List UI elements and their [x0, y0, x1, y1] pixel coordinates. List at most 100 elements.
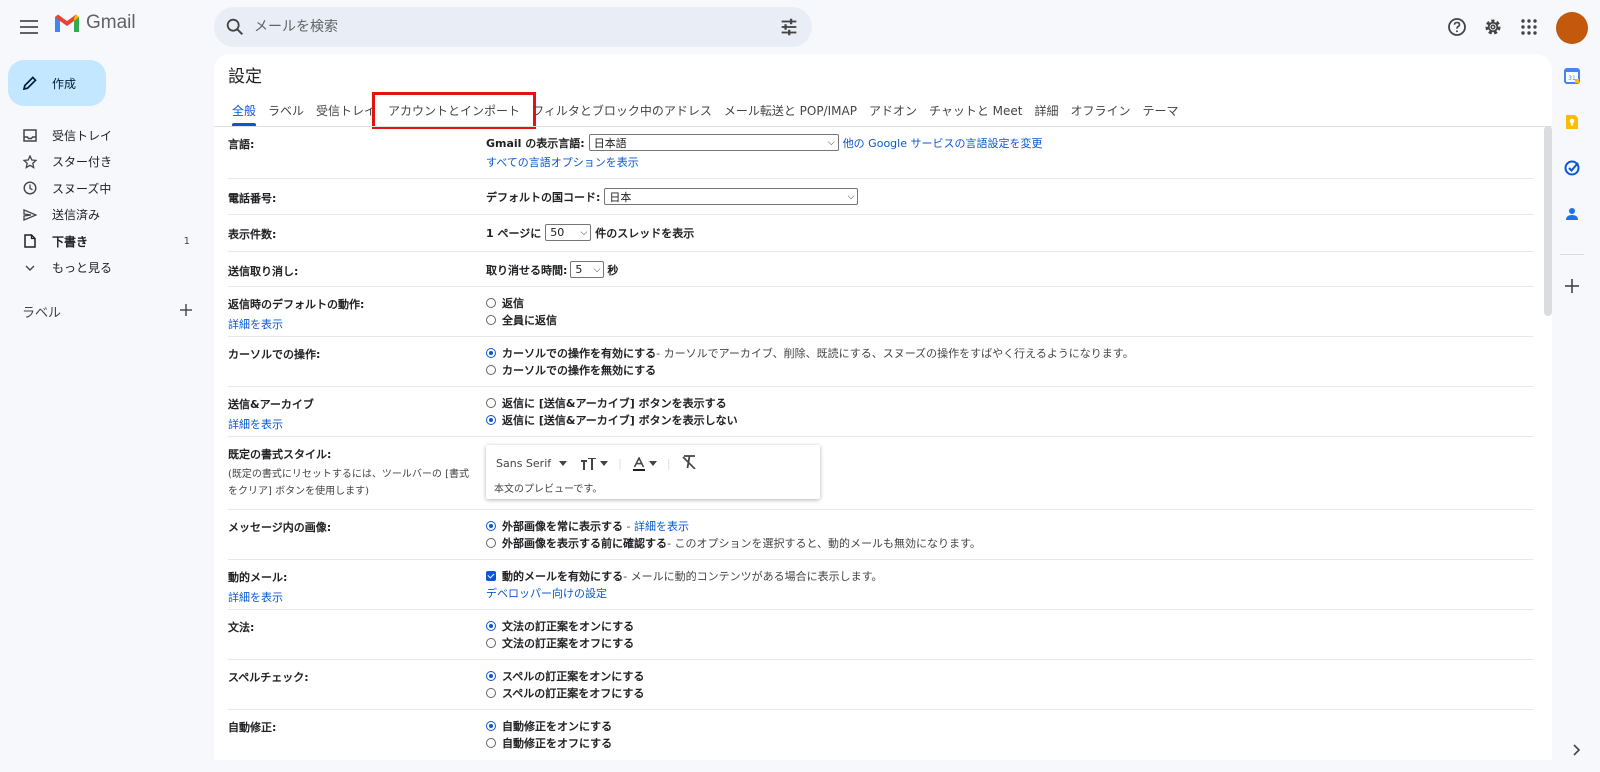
setting-value: 外部画像を常に表示する - 詳細を表示 外部画像を表示する前に確認する - この…: [486, 518, 981, 551]
radio-button[interactable]: [486, 364, 496, 375]
sidebar-item-snoozed[interactable]: スヌーズ中: [0, 175, 200, 202]
developer-settings-link[interactable]: デベロッパー向けの設定: [486, 585, 607, 601]
tab-offline[interactable]: オフライン: [1065, 102, 1137, 119]
change-google-language-link[interactable]: 他の Google サービスの言語設定を変更: [843, 135, 1043, 151]
add-label-button[interactable]: [180, 303, 192, 320]
text-preview[interactable]: 本文のプレビューです。: [494, 480, 602, 495]
hide-send-archive-option[interactable]: 返信に [送信&アーカイブ] ボタンを表示しない: [486, 412, 738, 429]
radio-button[interactable]: [486, 537, 496, 548]
tab-labels[interactable]: ラベル: [262, 102, 310, 119]
radio-button[interactable]: [486, 298, 496, 309]
autocorrect-off-option[interactable]: 自動修正をオフにする: [486, 735, 612, 752]
selected-value: 日本: [609, 190, 632, 204]
tab-inbox[interactable]: 受信トレイ: [310, 102, 382, 119]
setting-value: デフォルトの国コード: 日本 ⌵: [486, 188, 859, 205]
autocorrect-on-option[interactable]: 自動修正をオンにする: [486, 718, 612, 735]
sidebar-item-drafts[interactable]: 下書き 1: [0, 228, 200, 255]
settings-button[interactable]: [1481, 15, 1505, 39]
checkbox-checked[interactable]: [486, 571, 496, 582]
sidebar-item-inbox[interactable]: 受信トレイ: [0, 122, 200, 149]
clear-formatting-button[interactable]: [681, 455, 697, 472]
sidebar-item-more[interactable]: もっと見る: [0, 255, 200, 282]
account-avatar[interactable]: [1556, 12, 1588, 44]
apps-grid-icon: [1521, 19, 1537, 35]
sidebar-item-starred[interactable]: スター付き: [0, 149, 200, 176]
radio-button-selected[interactable]: [486, 521, 496, 532]
calendar-app-button[interactable]: 31: [1562, 66, 1582, 86]
setting-label: 既定の書式スタイル: (既定の書式にリセットするには、ツールバーの [書式をクリ…: [228, 446, 478, 500]
text-color-icon: [632, 456, 645, 471]
page-size-select[interactable]: 50 ⌵: [545, 224, 592, 241]
spelling-on-option[interactable]: スペルの訂正案をオンにする: [486, 668, 644, 685]
contacts-app-button[interactable]: [1562, 204, 1582, 224]
setting-label: 文法:: [228, 621, 255, 634]
setting-label: スペルチェック:: [228, 671, 309, 684]
tab-advanced[interactable]: 詳細: [1029, 102, 1065, 119]
tab-forwarding-pop-imap[interactable]: メール転送と POP/IMAP: [718, 102, 863, 119]
pencil-icon: [22, 76, 37, 91]
radio-button[interactable]: [486, 687, 496, 698]
option-label: 動的メールを有効にする: [502, 570, 624, 584]
main-menu-button[interactable]: [16, 14, 42, 40]
learn-more-link[interactable]: 詳細を表示: [228, 589, 287, 605]
radio-button-selected[interactable]: [486, 721, 496, 732]
always-display-images-option[interactable]: 外部画像を常に表示する - 詳細を表示: [486, 518, 981, 535]
search-options-icon[interactable]: [778, 16, 800, 38]
settings-tabs: 全般 ラベル 受信トレイ アカウントとインポート フィルタとブロック中のアドレス…: [226, 91, 1185, 129]
show-send-archive-option[interactable]: 返信に [送信&アーカイブ] ボタンを表示する: [486, 395, 738, 412]
text-style-editor: Sans Serif | | 本文のプレビューです。: [486, 445, 820, 499]
enable-dynamic-email-option[interactable]: 動的メールを有効にする - メールに動的コンテンツがある場合に表示します。: [486, 568, 882, 585]
search-bar[interactable]: [214, 7, 812, 47]
support-button[interactable]: [1445, 15, 1469, 39]
display-language-select[interactable]: 日本語 ⌵: [588, 134, 839, 151]
setting-row-text-style: 既定の書式スタイル: (既定の書式にリセットするには、ツールバーの [書式をクリ…: [228, 437, 1533, 510]
tab-chat-meet[interactable]: チャットと Meet: [923, 102, 1029, 119]
radio-button-selected[interactable]: [486, 621, 496, 632]
gmail-logo[interactable]: Gmail: [54, 12, 136, 34]
disable-hover-actions-option[interactable]: カーソルでの操作を無効にする: [486, 362, 1134, 379]
hide-side-panel-button[interactable]: [1568, 742, 1584, 758]
undo-send-period-select[interactable]: 5 ⌵: [570, 261, 605, 278]
get-addons-button[interactable]: [1562, 276, 1582, 296]
compose-button[interactable]: 作成: [8, 60, 106, 106]
settings-scrollbar-thumb[interactable]: [1544, 126, 1552, 316]
sidebar-item-sent[interactable]: 送信済み: [0, 202, 200, 229]
option-label: 自動修正をオンにする: [502, 720, 613, 734]
radio-button[interactable]: [486, 737, 496, 748]
font-family-dropdown[interactable]: Sans Serif: [496, 457, 568, 470]
radio-button[interactable]: [486, 314, 496, 325]
option-label: 外部画像を常に表示する: [502, 520, 623, 534]
learn-more-link[interactable]: 詳細を表示: [634, 518, 689, 534]
learn-more-link[interactable]: 詳細を表示: [228, 416, 314, 432]
learn-more-link[interactable]: 詳細を表示: [228, 316, 364, 332]
tab-themes[interactable]: テーマ: [1137, 102, 1185, 119]
tab-addons[interactable]: アドオン: [863, 102, 923, 119]
text-color-dropdown[interactable]: [632, 456, 657, 471]
tasks-app-button[interactable]: [1562, 158, 1582, 178]
show-all-language-options-link[interactable]: すべての言語オプションを表示: [486, 154, 1042, 170]
radio-button-selected[interactable]: [486, 671, 496, 682]
tab-accounts-import[interactable]: アカウントとインポート: [372, 91, 537, 129]
option-label: 返信に [送信&アーカイブ] ボタンを表示する: [502, 397, 727, 411]
tab-filters-blocked[interactable]: フィルタとブロック中のアドレス: [526, 102, 718, 119]
font-size-dropdown[interactable]: [581, 457, 609, 470]
radio-button-selected[interactable]: [486, 348, 496, 359]
grammar-on-option[interactable]: 文法の訂正案をオンにする: [486, 618, 634, 635]
labels-heading: ラベル: [22, 306, 62, 321]
reply-option[interactable]: 返信: [486, 295, 557, 312]
app-name: Gmail: [86, 12, 136, 33]
tab-general[interactable]: 全般: [226, 102, 262, 126]
search-icon[interactable]: [224, 16, 246, 38]
enable-hover-actions-option[interactable]: カーソルでの操作を有効にする - カーソルでアーカイブ、削除、既読にする、スヌー…: [486, 345, 1134, 362]
ask-before-images-option[interactable]: 外部画像を表示する前に確認する - このオプションを選択すると、動的メールも無効…: [486, 535, 981, 552]
grammar-off-option[interactable]: 文法の訂正案をオフにする: [486, 635, 634, 652]
radio-button-selected[interactable]: [486, 414, 496, 425]
radio-button[interactable]: [486, 398, 496, 409]
keep-app-button[interactable]: [1562, 112, 1582, 132]
google-apps-button[interactable]: [1517, 15, 1541, 39]
search-input[interactable]: [254, 15, 734, 39]
spelling-off-option[interactable]: スペルの訂正案をオフにする: [486, 685, 644, 702]
reply-all-option[interactable]: 全員に返信: [486, 312, 557, 329]
radio-button[interactable]: [486, 637, 496, 648]
country-code-select[interactable]: 日本 ⌵: [604, 188, 859, 205]
